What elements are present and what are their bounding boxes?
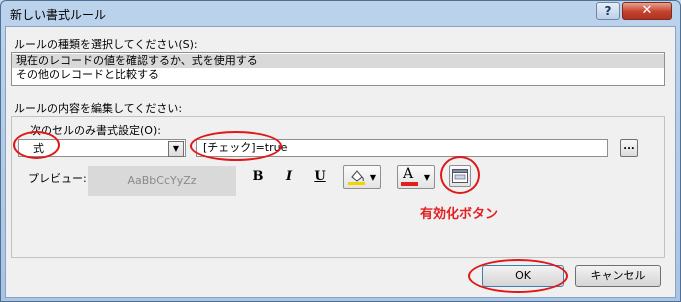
help-icon: ? (604, 4, 612, 18)
underline-icon: U (314, 169, 326, 184)
dialog-title: 新しい書式ルール (10, 8, 107, 22)
annotation-circle-expression (190, 131, 282, 161)
fill-color-icon (348, 170, 365, 185)
preview-label: プレビュー: (28, 172, 87, 185)
dropdown-arrow-icon[interactable]: ▼ (168, 141, 184, 157)
rule-type-item-value-or-expression[interactable]: 現在のレコードの値を確認するか、式を使用する (12, 54, 664, 68)
ellipsis-icon: ... (623, 141, 635, 152)
font-color-button[interactable]: A ▼ (397, 165, 435, 189)
rule-type-label: ルールの種類を選択してください(S): (14, 38, 198, 51)
annotation-enable-button-label: 有効化ボタン (420, 207, 499, 222)
annotation-circle-condition (13, 131, 60, 159)
rule-type-list[interactable]: 現在のレコードの値を確認するか、式を使用する その他のレコードと比較する (11, 52, 665, 86)
rule-type-item-compare-records[interactable]: その他のレコードと比較する (12, 68, 664, 82)
font-color-icon: A (403, 166, 414, 182)
rule-edit-label: ルールの内容を編集してください: (14, 102, 183, 115)
close-icon: ✕ (641, 3, 653, 18)
close-button[interactable]: ✕ (622, 2, 672, 20)
italic-button[interactable]: I (280, 168, 298, 186)
expression-builder-button[interactable]: ... (620, 139, 638, 157)
bold-icon: B (252, 169, 264, 184)
underline-button[interactable]: U (311, 168, 329, 186)
help-button[interactable]: ? (596, 2, 620, 20)
chevron-down-icon: ▼ (423, 173, 430, 182)
annotation-circle-ok-button (468, 259, 568, 293)
annotation-circle-enable-button (440, 156, 480, 194)
font-color-swatch (401, 182, 418, 186)
chevron-down-icon: ▼ (369, 173, 376, 182)
fill-color-button[interactable]: ▼ (343, 165, 381, 189)
preview-sample: AaBbCcYyZz (88, 166, 236, 196)
bold-button[interactable]: B (249, 168, 267, 186)
fill-color-swatch (348, 182, 365, 185)
cancel-button[interactable]: キャンセル (575, 265, 661, 287)
italic-icon: I (285, 169, 293, 184)
